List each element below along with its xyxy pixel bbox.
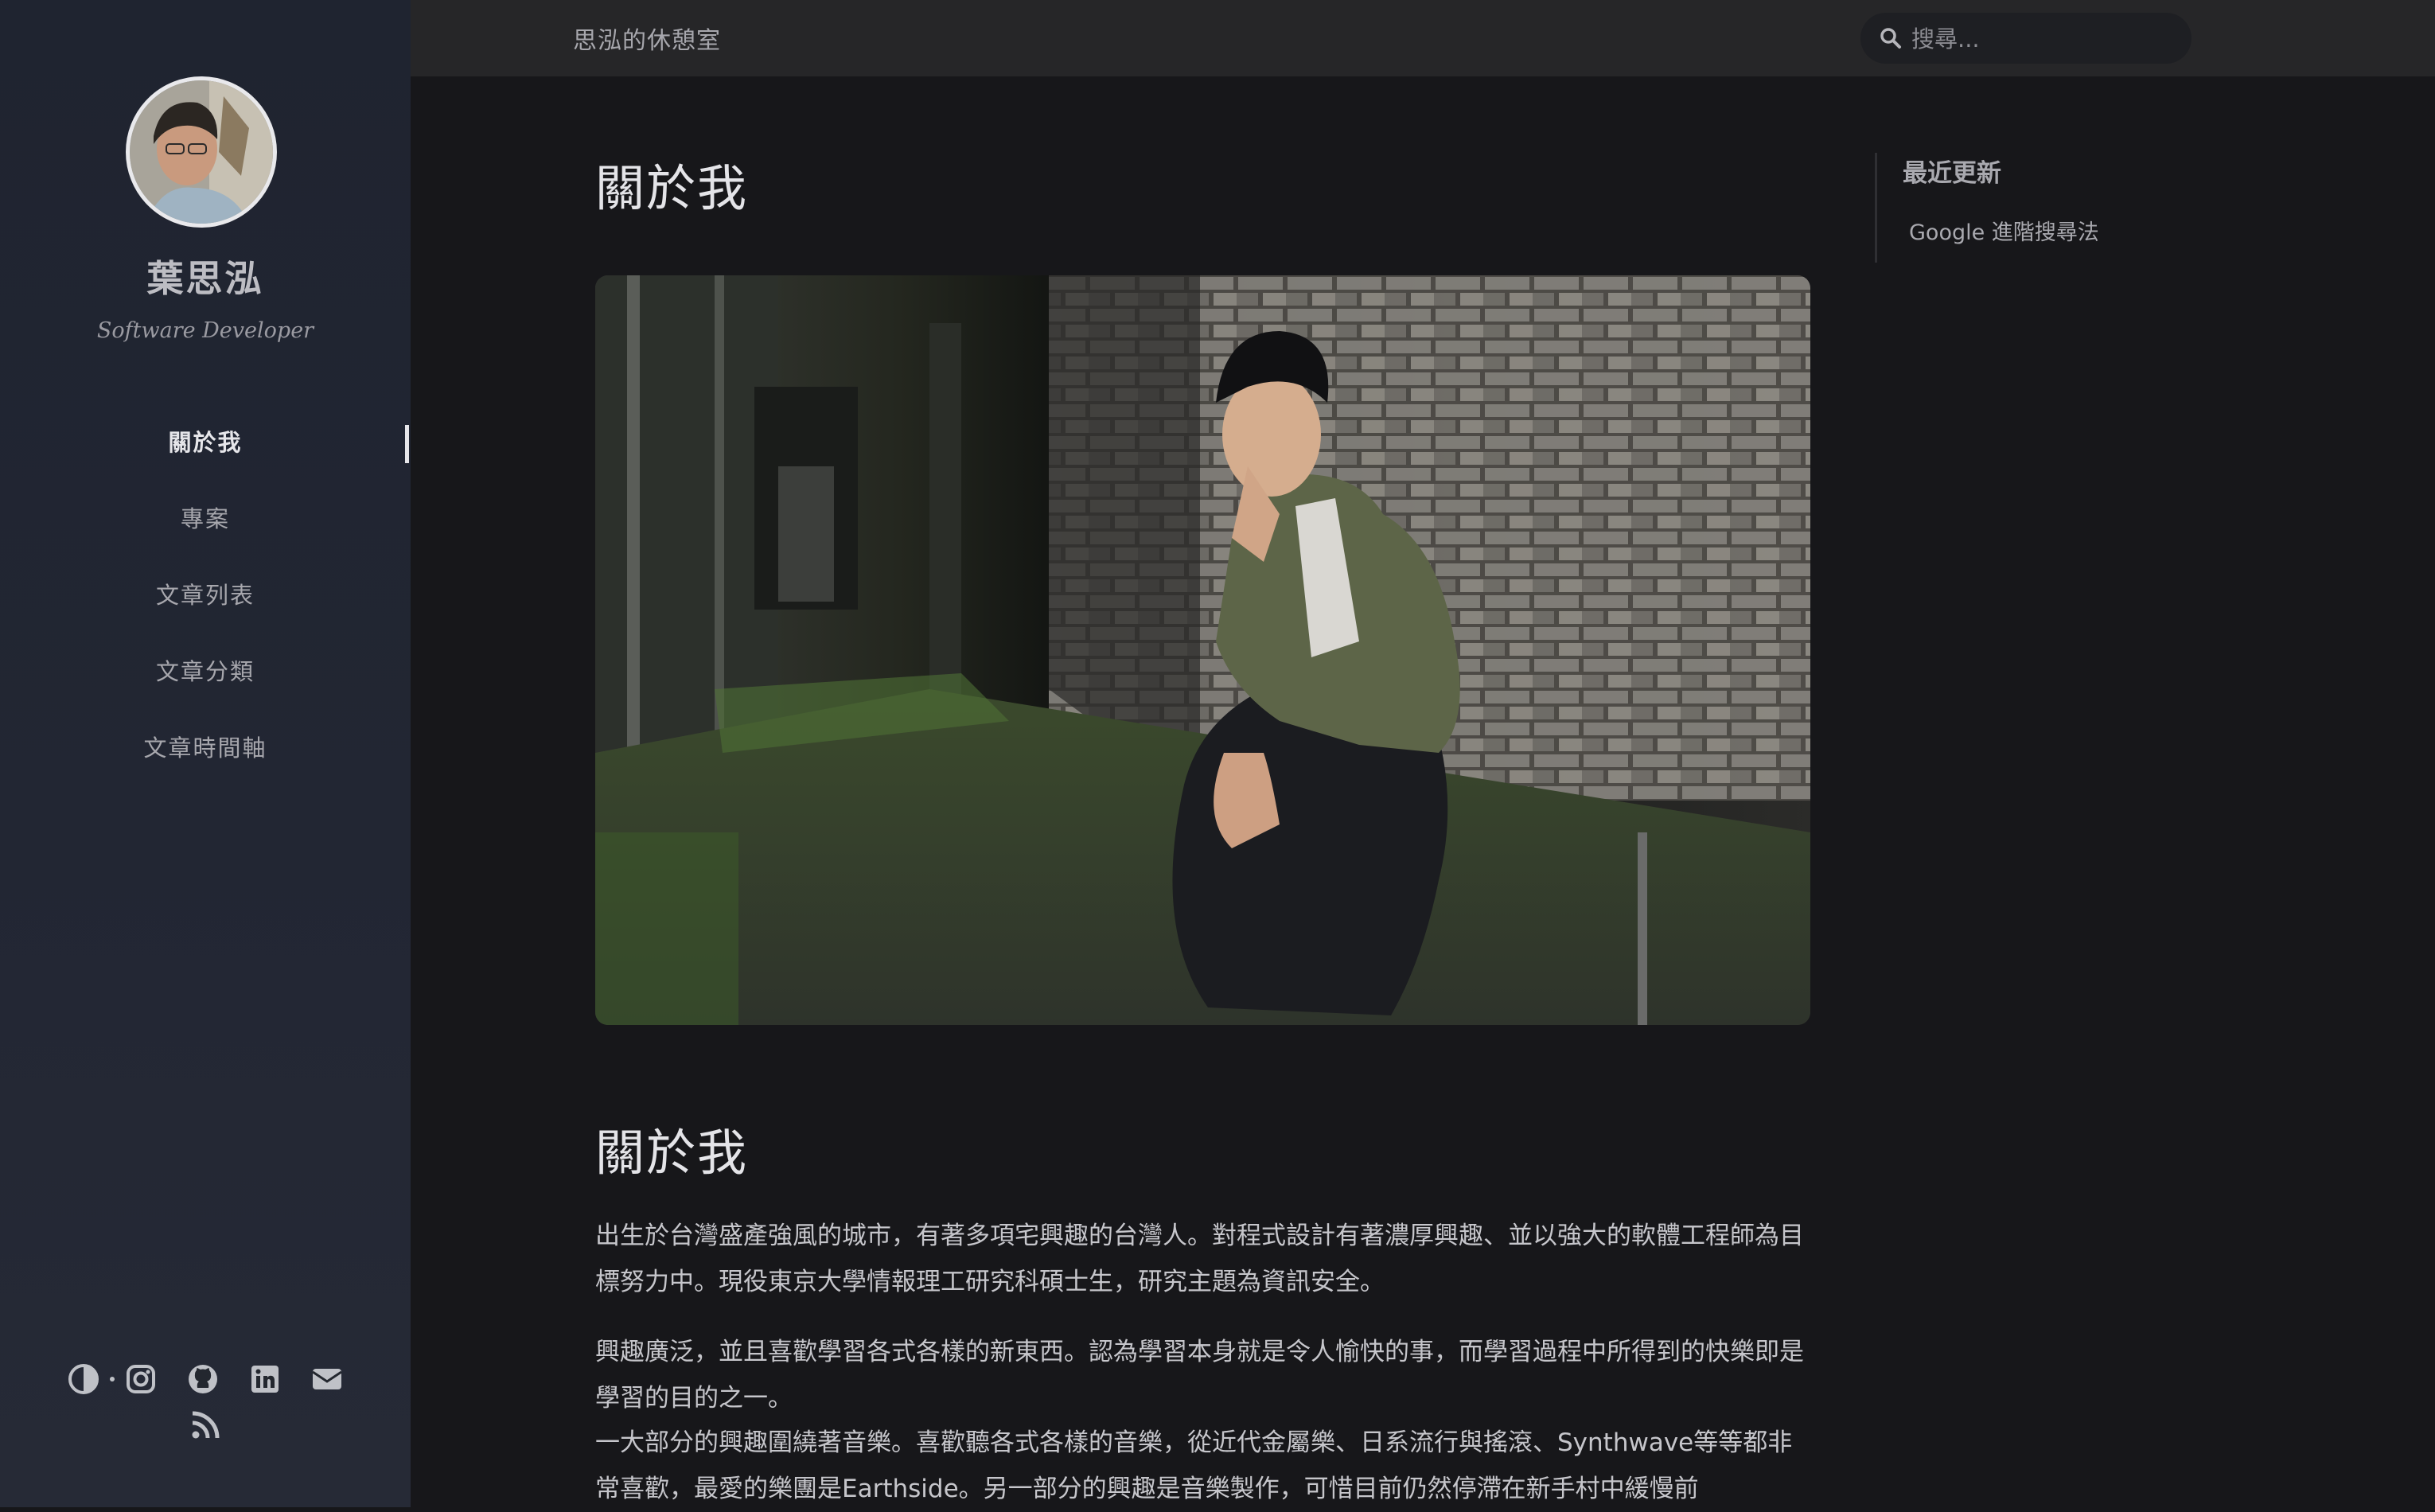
sidebar-item-label: 文章分類	[155, 658, 255, 685]
paragraph: 一大部分的興趣圍繞著音樂。喜歡聽各式各樣的音樂，從近代金屬樂、日系流行與搖滾、S…	[595, 1428, 1793, 1503]
social-links-row2	[0, 1409, 411, 1442]
sidebar-item-about[interactable]: 關於我	[0, 422, 411, 498]
author-subtitle: Software Developer	[96, 318, 314, 343]
active-indicator	[405, 425, 409, 463]
linkedin-icon[interactable]	[248, 1362, 282, 1396]
page-title: 關於我	[595, 159, 749, 217]
recent-updates-title: 最近更新	[1903, 159, 2001, 188]
search-box[interactable]	[1860, 13, 2192, 65]
author-name: 葉思泓	[146, 257, 264, 300]
github-icon[interactable]	[186, 1362, 220, 1396]
site-title[interactable]: 思泓的休憩室	[573, 21, 721, 56]
hero-photo	[595, 275, 1810, 1025]
sidebar-item-label: 文章列表	[155, 582, 255, 609]
search-icon	[1880, 28, 1901, 49]
social-links	[0, 1362, 411, 1396]
sidebar-item-projects[interactable]: 專案	[0, 498, 411, 575]
sidebar: 葉思泓 Software Developer 關於我 專案 文章列表 文章分類 …	[0, 0, 411, 1507]
section-title: 關於我	[595, 1124, 749, 1182]
sidebar-item-label: 關於我	[168, 429, 243, 456]
separator-dot	[110, 1377, 115, 1381]
instagram-icon[interactable]	[124, 1362, 158, 1396]
sidebar-item-label: 文章時間軸	[143, 735, 267, 762]
sidebar-item-label: 專案	[180, 505, 230, 532]
paragraph: 出生於台灣盛產強風的城市，有著多項宅興趣的台灣人。對程式設計有著濃厚興趣、並以強…	[595, 1222, 1804, 1296]
recent-updates: 最近更新 Google 進階搜尋法	[1875, 153, 2099, 263]
sidebar-nav: 關於我 專案 文章列表 文章分類 文章時間軸	[0, 422, 411, 804]
email-icon[interactable]	[310, 1362, 344, 1396]
avatar[interactable]	[126, 76, 277, 228]
sidebar-item-posts[interactable]: 文章列表	[0, 575, 411, 651]
avatar-image	[130, 80, 273, 224]
theme-toggle-icon[interactable]	[67, 1362, 100, 1396]
search-input[interactable]	[1910, 13, 2176, 65]
rss-icon[interactable]	[189, 1409, 222, 1442]
recent-update-link[interactable]: Google 進階搜尋法	[1909, 215, 2099, 246]
sidebar-item-categories[interactable]: 文章分類	[0, 651, 411, 727]
sidebar-item-timeline[interactable]: 文章時間軸	[0, 727, 411, 804]
top-header: 思泓的休憩室	[411, 0, 2435, 76]
paragraph: 興趣廣泛，並且喜歡學習各式各樣的新東西。認為學習本身就是令人愉快的事，而學習過程…	[595, 1338, 1804, 1413]
